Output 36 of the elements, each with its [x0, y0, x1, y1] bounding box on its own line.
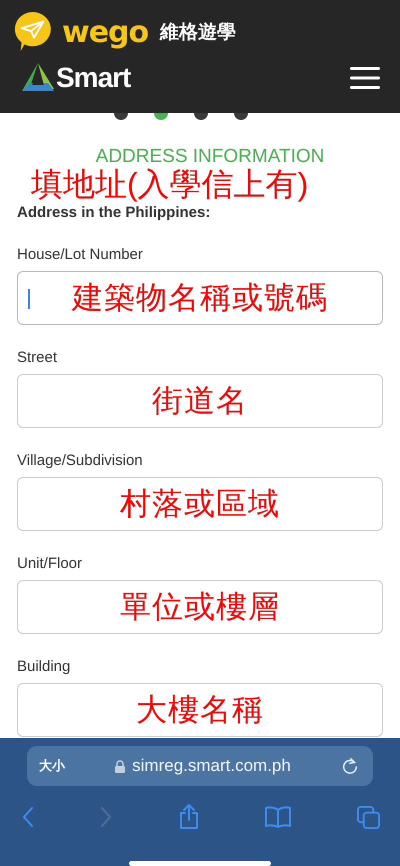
input-field[interactable]: 建築物名稱或號碼 [17, 271, 383, 325]
menu-icon [350, 67, 380, 89]
share-icon[interactable] [178, 804, 198, 830]
field-label: Street [17, 348, 58, 368]
section-annotation: 填地址(入學信上有) [31, 166, 310, 202]
tabs-icon[interactable] [357, 806, 380, 829]
input-field[interactable]: 大樓名稱 [17, 683, 383, 737]
field-annotation: 建築物名稱或號碼 [72, 279, 328, 317]
address-bar[interactable]: 大小 simreg.smart.com.ph [27, 746, 373, 786]
field-label: Unit/Floor [17, 554, 84, 574]
text-cursor [28, 289, 30, 309]
field-label: Village/Subdivision [17, 451, 144, 471]
brand-logo: wego [62, 14, 148, 50]
paper-plane-logo-icon [14, 12, 52, 52]
field-annotation: 村落或區域 [120, 485, 280, 523]
field-label: House/Lot Number [17, 245, 144, 265]
group-label: Address in the Philippines: [17, 204, 212, 222]
input-field[interactable]: 村落或區域 [17, 477, 383, 531]
field-label: Building [17, 657, 72, 677]
site-logo: Smart [56, 62, 130, 94]
lock-icon [115, 760, 126, 773]
url-text: simreg.smart.com.ph [132, 756, 291, 776]
reload-icon[interactable] [341, 757, 359, 776]
section-title: ADDRESS INFORMATION [94, 146, 326, 168]
input-field[interactable]: 街道名 [17, 374, 383, 428]
book-icon[interactable] [264, 806, 291, 828]
text-size-button[interactable]: 大小 [39, 757, 65, 776]
field-annotation: 單位或樓層 [120, 588, 280, 626]
input-field[interactable]: 單位或樓層 [17, 580, 383, 634]
field-annotation: 街道名 [152, 382, 248, 420]
forward-icon[interactable] [100, 806, 112, 828]
back-icon[interactable] [22, 806, 34, 828]
menu-button[interactable] [348, 65, 382, 91]
brand-subtitle: 維格遊學 [160, 21, 236, 45]
field-annotation: 大樓名稱 [136, 691, 264, 729]
triangle-logo-icon [22, 63, 54, 93]
